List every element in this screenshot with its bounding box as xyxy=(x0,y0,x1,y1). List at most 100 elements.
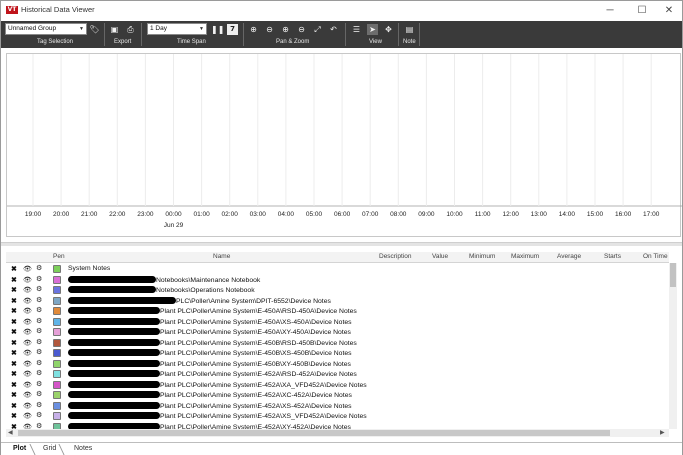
tab-notes[interactable]: Notes xyxy=(74,445,92,452)
save-icon[interactable]: ▣ xyxy=(109,24,120,35)
zoom-in-icon[interactable]: ⊕ xyxy=(248,24,259,35)
remove-pen-icon[interactable]: ✖ xyxy=(11,391,17,399)
undo-icon[interactable]: ↶ xyxy=(328,24,339,35)
remove-pen-icon[interactable]: ✖ xyxy=(11,349,17,357)
table-row[interactable]: ✖ 👁 ⚙ Plant PLC\Poller\Amine System\E-450A\… xyxy=(6,327,669,338)
time-span-select[interactable]: 1 Day ▼ xyxy=(147,23,207,35)
tab-plot[interactable]: Plot xyxy=(13,445,26,452)
pen-settings-gear-icon[interactable]: ⚙ xyxy=(36,401,42,409)
table-row[interactable]: ✖ 👁 ⚙ Plant PLC\Poller\Amine System\E-450A\… xyxy=(6,306,669,317)
pen-color-swatch[interactable] xyxy=(53,275,61,284)
remove-pen-icon[interactable]: ✖ xyxy=(11,381,17,389)
visibility-eye-icon[interactable]: 👁 xyxy=(23,391,32,399)
remove-pen-icon[interactable]: ✖ xyxy=(11,307,17,315)
pen-color-swatch[interactable] xyxy=(53,380,61,389)
remove-pen-icon[interactable]: ✖ xyxy=(11,286,17,294)
column-header-minimum[interactable]: Minimum xyxy=(469,253,495,260)
print-icon[interactable]: ⎙ xyxy=(125,24,136,35)
minimize-button[interactable]: ─ xyxy=(597,3,623,19)
remove-pen-icon[interactable]: ✖ xyxy=(11,297,17,305)
pen-settings-gear-icon[interactable]: ⚙ xyxy=(36,359,42,367)
pen-settings-gear-icon[interactable]: ⚙ xyxy=(36,422,42,430)
table-row[interactable]: ✖ 👁 ⚙ Notebooks\Maintenance Notebook xyxy=(6,275,669,286)
pen-settings-gear-icon[interactable]: ⚙ xyxy=(36,369,42,377)
splitter-handle[interactable] xyxy=(1,242,682,246)
visibility-eye-icon[interactable]: 👁 xyxy=(23,276,32,284)
zoom-in-x-icon[interactable]: ⊕ xyxy=(280,24,291,35)
vertical-scrollbar-thumb[interactable] xyxy=(670,263,676,287)
pen-color-swatch[interactable] xyxy=(53,328,61,336)
pen-settings-gear-icon[interactable]: ⚙ xyxy=(36,296,42,304)
table-row[interactable]: ✖ 👁 ⚙ Plant PLC\Poller\Amine System\E-452A\… xyxy=(6,369,669,380)
view-list-icon[interactable]: ☰ xyxy=(351,24,362,35)
pen-color-swatch[interactable] xyxy=(53,359,61,368)
column-header-on-time[interactable]: On Time xyxy=(643,253,668,260)
pen-settings-gear-icon[interactable]: ⚙ xyxy=(36,306,42,314)
column-header-average[interactable]: Average xyxy=(557,253,581,260)
remove-pen-icon[interactable]: ✖ xyxy=(11,412,17,420)
horizontal-scrollbar[interactable]: ◀ ▶ xyxy=(6,429,669,437)
column-header-pen[interactable]: Pen xyxy=(53,253,65,260)
pen-settings-gear-icon[interactable]: ⚙ xyxy=(36,264,42,272)
remove-pen-icon[interactable]: ✖ xyxy=(11,339,17,347)
table-row[interactable]: ✖ 👁 ⚙ Plant PLC\Poller\Amine System\E-452A\… xyxy=(6,401,669,412)
visibility-eye-icon[interactable]: 👁 xyxy=(23,412,32,420)
pen-settings-gear-icon[interactable]: ⚙ xyxy=(36,317,42,325)
tab-grid[interactable]: Grid xyxy=(43,445,56,452)
remove-pen-icon[interactable]: ✖ xyxy=(11,318,17,326)
visibility-eye-icon[interactable]: 👁 xyxy=(23,370,32,378)
pen-color-swatch[interactable] xyxy=(53,401,61,410)
pen-color-swatch[interactable] xyxy=(53,338,61,347)
visibility-eye-icon[interactable]: 👁 xyxy=(23,297,32,305)
table-row[interactable]: ✖ 👁 ⚙ PLC\Poller\Amine System\DPIT-6552\Dev… xyxy=(6,296,669,307)
pen-color-swatch[interactable] xyxy=(53,265,61,273)
visibility-eye-icon[interactable]: 👁 xyxy=(23,349,32,357)
pen-color-swatch[interactable] xyxy=(53,286,61,294)
pen-color-swatch[interactable] xyxy=(53,307,61,315)
pointer-icon[interactable]: ➤ xyxy=(367,24,378,35)
visibility-eye-icon[interactable]: 👁 xyxy=(23,307,32,315)
column-header-name[interactable]: Name xyxy=(213,253,230,260)
pen-settings-gear-icon[interactable]: ⚙ xyxy=(36,390,42,398)
maximize-button[interactable]: ☐ xyxy=(629,3,655,19)
table-row[interactable]: ✖ 👁 ⚙ Plant PLC\Poller\Amine System\E-452A\… xyxy=(6,422,669,430)
pen-color-swatch[interactable] xyxy=(53,349,61,357)
table-row[interactable]: ✖ 👁 ⚙ Plant PLC\Poller\Amine System\E-452A\… xyxy=(6,380,669,391)
pen-color-swatch[interactable] xyxy=(53,296,61,305)
visibility-eye-icon[interactable]: 👁 xyxy=(23,360,32,368)
column-header-value[interactable]: Value xyxy=(432,253,448,260)
table-row[interactable]: ✖ 👁 ⚙ System Notes xyxy=(6,264,669,275)
zoom-fit-icon[interactable]: ⤢ xyxy=(312,24,323,35)
close-button[interactable]: ✕ xyxy=(656,3,682,19)
visibility-eye-icon[interactable]: 👁 xyxy=(23,265,32,273)
remove-pen-icon[interactable]: ✖ xyxy=(11,276,17,284)
remove-pen-icon[interactable]: ✖ xyxy=(11,265,17,273)
remove-pen-icon[interactable]: ✖ xyxy=(11,328,17,336)
remove-pen-icon[interactable]: ✖ xyxy=(11,402,17,410)
note-icon[interactable]: ▤ xyxy=(404,24,415,35)
trend-chart-plot[interactable]: 19:00 20:00 21:00 22:00 23:00 00:00 01:00 02:00… xyxy=(7,54,682,238)
visibility-eye-icon[interactable]: 👁 xyxy=(23,286,32,294)
visibility-eye-icon[interactable]: 👁 xyxy=(23,381,32,389)
horizontal-scrollbar-thumb[interactable] xyxy=(18,430,610,436)
remove-pen-icon[interactable]: ✖ xyxy=(11,370,17,378)
pen-color-swatch[interactable] xyxy=(53,391,61,399)
column-header-maximum[interactable]: Maximum xyxy=(511,253,539,260)
vertical-scrollbar[interactable] xyxy=(669,263,677,429)
table-row[interactable]: ✖ 👁 ⚙ Plant PLC\Poller\Amine System\E-452A\… xyxy=(6,411,669,422)
visibility-eye-icon[interactable]: 👁 xyxy=(23,318,32,326)
pen-settings-gear-icon[interactable]: ⚙ xyxy=(36,338,42,346)
pen-color-swatch[interactable] xyxy=(53,370,61,378)
pen-color-swatch[interactable] xyxy=(53,317,61,326)
pen-settings-gear-icon[interactable]: ⚙ xyxy=(36,411,42,419)
pen-settings-gear-icon[interactable]: ⚙ xyxy=(36,348,42,356)
remove-pen-icon[interactable]: ✖ xyxy=(11,360,17,368)
scroll-left-icon[interactable]: ◀ xyxy=(8,429,13,436)
scroll-right-icon[interactable]: ▶ xyxy=(660,429,665,436)
table-row[interactable]: ✖ 👁 ⚙ Notebooks\Operations Notebook xyxy=(6,285,669,296)
pen-settings-gear-icon[interactable]: ⚙ xyxy=(36,285,42,293)
pen-settings-gear-icon[interactable]: ⚙ xyxy=(36,275,42,283)
table-row[interactable]: ✖ 👁 ⚙ Plant PLC\Poller\Amine System\E-450B\… xyxy=(6,338,669,349)
pan-icon[interactable]: ✥ xyxy=(383,24,394,35)
visibility-eye-icon[interactable]: 👁 xyxy=(23,339,32,347)
